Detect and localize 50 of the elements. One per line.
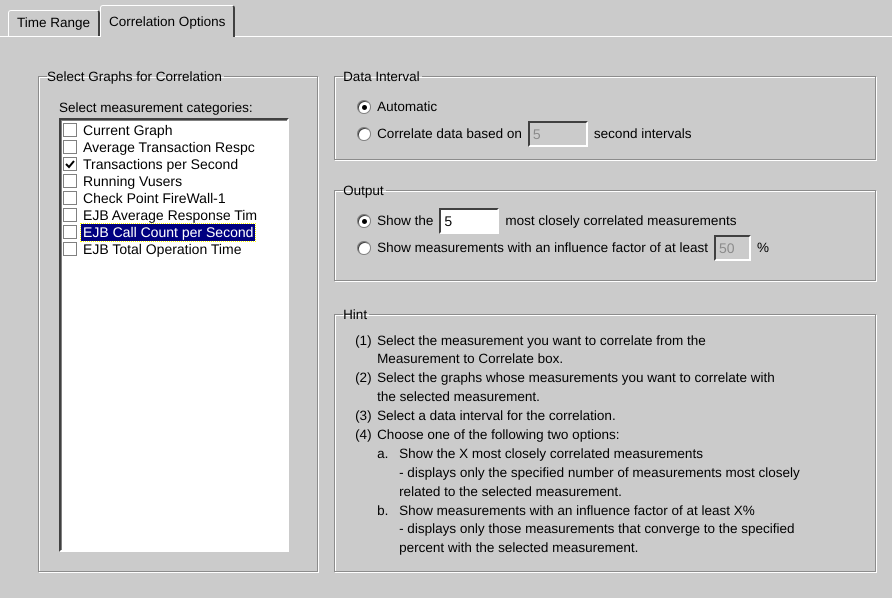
checkbox[interactable] xyxy=(63,242,77,256)
radio-label: Correlate data based on xyxy=(377,126,522,142)
checkbox[interactable] xyxy=(63,140,77,154)
list-item[interactable]: EJB Total Operation Time xyxy=(81,240,244,258)
text-field[interactable]: 5 xyxy=(439,208,500,234)
radio-label: % xyxy=(756,240,769,256)
list-number: b. xyxy=(377,502,390,520)
hint-text: Choose one of the following two options: xyxy=(377,426,620,444)
radio-button[interactable] xyxy=(357,241,372,255)
checkbox[interactable] xyxy=(63,157,77,172)
list-number: (1) xyxy=(355,332,373,350)
radio-label: second intervals xyxy=(594,126,692,142)
radio-button[interactable] xyxy=(357,127,372,141)
radio-label: Show measurements with an influence factor of at least xyxy=(377,240,708,256)
list-item[interactable]: EJB Average Response Tim xyxy=(81,206,260,224)
list-number: (3) xyxy=(355,407,373,426)
group-title: Output xyxy=(343,184,385,198)
checkbox[interactable] xyxy=(63,123,77,138)
hint-text: Select the graphs whose measurements you want to correlate with the selected measurement. xyxy=(377,369,775,406)
hint-text: Select the measurement you want to correlate from the Measurement to Correlate box. xyxy=(377,332,706,368)
radio-label: most closely correlated measurements xyxy=(505,212,736,230)
hint-text: - displays only the specified number of measurements most closely related to the selected measurement. xyxy=(399,464,800,501)
radio-label: Show the xyxy=(377,212,434,230)
tab[interactable]: Time Range xyxy=(8,10,100,36)
group-title: Select Graphs for Correlation xyxy=(47,70,223,84)
group-title: Hint xyxy=(343,308,368,322)
hint-text: Select a data interval for the correlation. xyxy=(377,407,616,426)
radio-button[interactable] xyxy=(357,214,372,228)
list-item[interactable]: Current Graph xyxy=(81,122,174,139)
hint-text: - displays only those measurements that converge to the specified percent with the selected measurement. xyxy=(399,520,795,558)
list-item[interactable]: Running Vusers xyxy=(81,172,184,190)
list-number: a. xyxy=(377,444,390,463)
checkbox[interactable] xyxy=(63,174,77,188)
list-item[interactable]: Transactions per Second xyxy=(81,156,240,173)
checkbox[interactable] xyxy=(63,191,77,206)
group-title: Data Interval xyxy=(343,70,421,84)
list-label: Select measurement categories: xyxy=(59,100,254,116)
tab[interactable]: Correlation Options xyxy=(100,5,236,37)
radio-label: Automatic xyxy=(377,98,438,116)
list-item[interactable]: Average Transaction Respc xyxy=(81,138,257,156)
checkbox[interactable] xyxy=(63,208,77,222)
list-item[interactable]: Check Point FireWall-1 xyxy=(81,190,228,207)
list-number: (4) xyxy=(355,426,373,444)
checkbox[interactable] xyxy=(63,225,77,240)
hint-text: Show measurements with an influence factor of at least X% xyxy=(399,502,755,520)
hint-text: Show the X most closely correlated measurements xyxy=(399,444,703,463)
radio-button[interactable] xyxy=(357,100,372,114)
list-item[interactable]: EJB Call Count per Second xyxy=(81,224,256,241)
list-number: (2) xyxy=(355,369,373,388)
measurement-list[interactable]: Current Graph Average Transaction Respc Transactions per Second Running Vusers Check Point FireWall-1 EJB Average Response Tim EJB Call Count per Second EJB Total Operation Time xyxy=(59,118,289,552)
